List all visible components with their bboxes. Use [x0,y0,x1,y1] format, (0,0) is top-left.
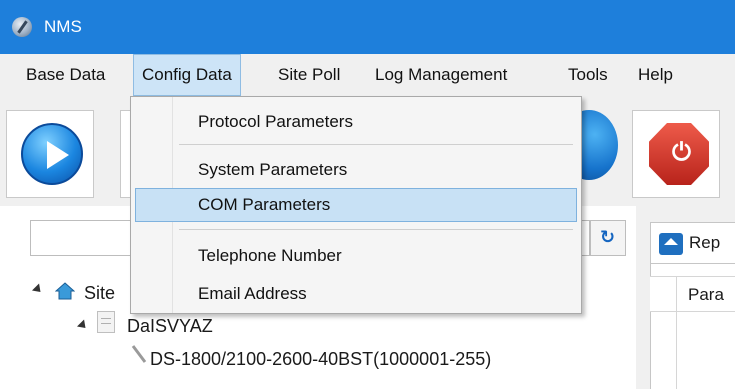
refresh-icon: ↻ [600,227,616,247]
config-data-menu: Protocol Parameters System Parameters CO… [130,96,582,314]
menu-log-management[interactable]: Log Management [367,54,515,96]
home-icon [55,282,75,300]
column-header-parameter[interactable]: Para [688,285,724,305]
document-icon [97,311,115,333]
menu-bar: Base Data Config Data Site Poll Log Mana… [0,54,735,96]
tab-report[interactable]: Rep [650,222,735,264]
power-button[interactable]: ⏻ [632,110,720,198]
menu-item-email-address[interactable]: Email Address [135,277,577,311]
menu-item-telephone-number[interactable]: Telephone Number [135,239,577,273]
menu-site-poll[interactable]: Site Poll [270,54,348,96]
start-button[interactable] [6,110,94,198]
app-logo-icon [12,17,32,37]
menu-item-system-parameters[interactable]: System Parameters [135,153,577,187]
title-bar: NMS [0,0,735,54]
grid-header: Para [650,276,735,312]
menu-item-protocol-parameters[interactable]: Protocol Parameters [135,105,577,139]
column-divider [676,276,677,389]
tree-node-device[interactable]: DS-1800/2100-2600-40BST(1000001-255) [150,346,491,372]
home-icon [659,233,683,255]
menu-help[interactable]: Help [630,54,681,96]
antenna-device-icon [131,345,147,363]
menu-item-com-parameters[interactable]: COM Parameters [135,188,577,222]
menu-base-data[interactable]: Base Data [18,54,113,96]
play-icon [21,123,83,185]
menu-separator [179,144,573,145]
power-icon: ⏻ [649,123,709,185]
tree-node-site[interactable]: Site [84,280,115,306]
menu-config-data[interactable]: Config Data [133,54,241,96]
menu-separator [179,229,573,230]
tree-node-group[interactable]: DaISVYAZ [127,313,213,339]
refresh-button[interactable]: ↻ [590,220,626,256]
menu-tools[interactable]: Tools [560,54,616,96]
window-title: NMS [44,17,82,36]
